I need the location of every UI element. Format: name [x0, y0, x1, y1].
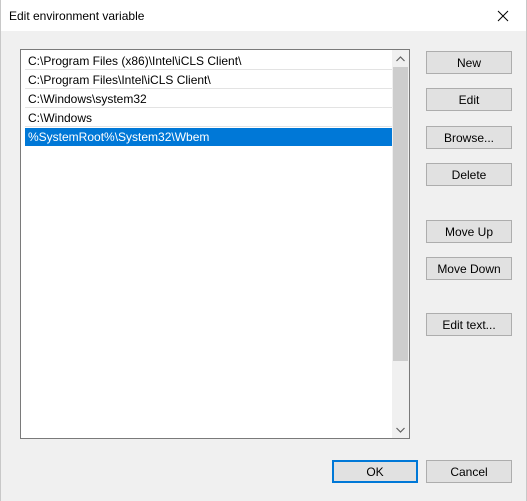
close-icon [497, 10, 509, 21]
chevron-up-icon [396, 55, 405, 61]
list-item-selected[interactable]: %SystemRoot%\System32\Wbem [25, 128, 393, 146]
vertical-scrollbar[interactable] [392, 50, 409, 438]
move-down-button[interactable]: Move Down [426, 257, 512, 280]
edit-text-button[interactable]: Edit text... [426, 313, 512, 336]
list-item[interactable]: C:\Program Files\Intel\iCLS Client\ [25, 71, 393, 89]
scroll-thumb[interactable] [393, 67, 408, 361]
browse-button[interactable]: Browse... [426, 126, 512, 149]
ok-button[interactable]: OK [332, 460, 418, 483]
chevron-down-icon [396, 427, 405, 433]
edit-environment-variable-dialog: Edit environment variable C:\Program Fil… [0, 0, 527, 501]
window-title: Edit environment variable [9, 9, 145, 23]
delete-button[interactable]: Delete [426, 163, 512, 186]
list-item[interactable]: C:\Windows\system32 [25, 90, 393, 108]
new-button[interactable]: New [426, 51, 512, 74]
edit-button[interactable]: Edit [426, 88, 512, 111]
list-item-label: C:\Windows [28, 111, 93, 125]
close-button[interactable] [480, 0, 526, 31]
list-item[interactable]: C:\Windows [25, 109, 393, 127]
list-item-label: C:\Windows\system32 [28, 92, 147, 106]
list-item-label: C:\Program Files (x86)\Intel\iCLS Client… [28, 54, 242, 68]
scroll-up-button[interactable] [392, 50, 409, 67]
title-bar: Edit environment variable [1, 0, 526, 31]
cancel-button[interactable]: Cancel [426, 460, 512, 483]
list-item-label: C:\Program Files\Intel\iCLS Client\ [28, 73, 211, 87]
scroll-down-button[interactable] [392, 421, 409, 438]
move-up-button[interactable]: Move Up [426, 220, 512, 243]
path-list[interactable]: C:\Program Files (x86)\Intel\iCLS Client… [20, 49, 410, 439]
list-item-label: %SystemRoot%\System32\Wbem [28, 130, 210, 144]
list-item[interactable]: C:\Program Files (x86)\Intel\iCLS Client… [25, 52, 393, 70]
